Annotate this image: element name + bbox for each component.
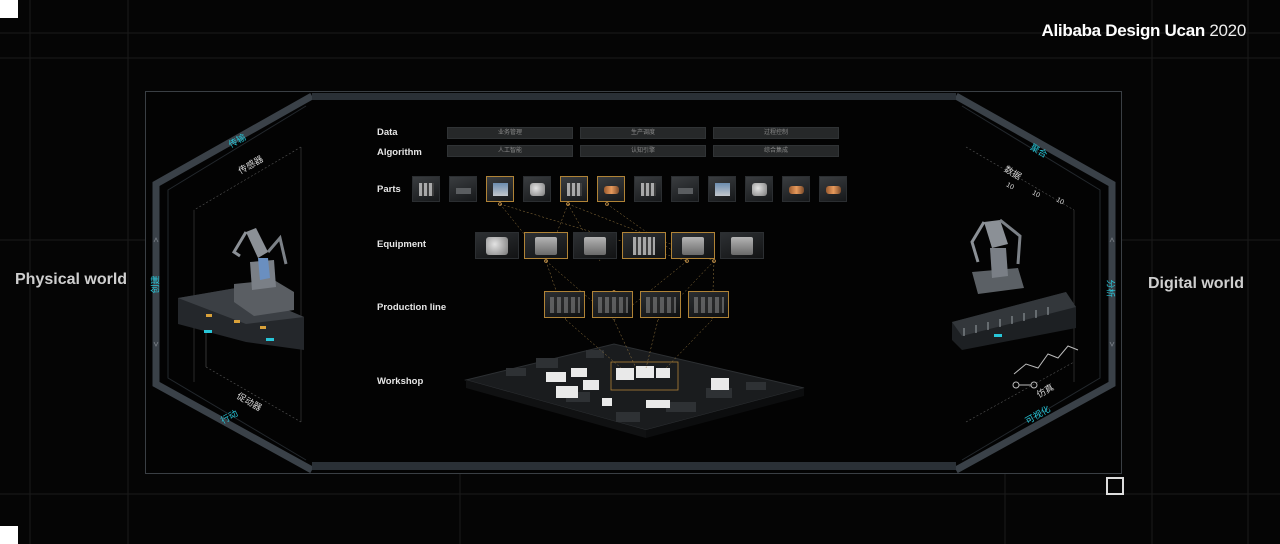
row-label-data: Data [377, 127, 398, 138]
equipment-tile [720, 232, 764, 259]
brand-logo: Alibaba Design Ucan 2020 [1041, 21, 1247, 41]
part-tile [486, 176, 514, 202]
copper-coil-icon [826, 186, 841, 194]
corner-square-top-left [0, 0, 18, 18]
press-machine-icon [633, 237, 655, 255]
workshop-illustration [464, 343, 805, 438]
small-machine-icon [584, 237, 606, 255]
production-line-tile [592, 291, 633, 318]
assembly-line-icon [646, 297, 676, 313]
row-label-production-line: Production line [377, 302, 447, 313]
cylinder-part-icon [752, 183, 767, 196]
assembly-line-icon [550, 297, 580, 313]
part-tile [782, 176, 810, 202]
drum-machine-icon [535, 237, 557, 255]
blue-cube-icon [493, 183, 508, 196]
production-line-tile [640, 291, 681, 318]
data-chip: 业务管理 [447, 127, 573, 139]
algorithm-chip: 人工智能 [447, 145, 573, 157]
part-tile [634, 176, 662, 202]
brand-name: Alibaba Design Ucan [1041, 21, 1206, 40]
corner-square-bottom-left [0, 526, 18, 544]
cylinder-part-icon [530, 183, 545, 196]
part-tile [523, 176, 551, 202]
digital-world-title: Digital world [1148, 275, 1244, 292]
grid-cube-icon [419, 183, 434, 196]
corner-square-bottom-right [1106, 477, 1124, 495]
blue-cube-icon [715, 183, 730, 196]
flat-plate-icon [456, 188, 471, 194]
drum-machine-icon [682, 237, 704, 255]
copper-coil-icon [604, 186, 619, 194]
part-tile [745, 176, 773, 202]
part-tile [597, 176, 625, 202]
part-tile [671, 176, 699, 202]
row-label-workshop: Workshop [377, 376, 424, 387]
label-create: 创建 [150, 275, 161, 294]
equipment-tile [622, 232, 666, 259]
part-tile [708, 176, 736, 202]
assembly-line-icon [598, 297, 628, 313]
equipment-tile [573, 232, 617, 259]
equipment-tile [671, 232, 715, 259]
right-robot-scene [952, 146, 1079, 423]
data-chip: 生产调度 [580, 127, 706, 139]
data-chip: 过程控制 [713, 127, 839, 139]
row-label-parts: Parts [377, 184, 401, 195]
digital-twin-panel: Data Algorithm Parts Equipment Productio… [145, 91, 1122, 474]
part-tile [449, 176, 477, 202]
label-analyze: 分析 [1105, 279, 1116, 298]
row-label-algorithm: Algorithm [377, 147, 422, 158]
copper-coil-icon [789, 186, 804, 194]
part-tile [819, 176, 847, 202]
production-line-tile [544, 291, 585, 318]
part-tile [560, 176, 588, 202]
production-line-tile [688, 291, 729, 318]
row-label-equipment: Equipment [377, 239, 427, 250]
hierarchy-connectors [499, 203, 715, 369]
part-tile [412, 176, 440, 202]
algorithm-chip: 认知引擎 [580, 145, 706, 157]
algorithm-chip: 综合集成 [713, 145, 839, 157]
equipment-tile [524, 232, 568, 259]
left-robot-scene [178, 146, 304, 423]
brand-year: 2020 [1209, 21, 1246, 40]
grid-cube-icon [641, 183, 656, 196]
flat-plate-icon [678, 188, 693, 194]
physical-world-title: Physical world [15, 271, 128, 288]
assembly-line-icon [694, 297, 724, 313]
equipment-tile [475, 232, 519, 259]
robot-arm-icon [486, 237, 508, 255]
small-machine-icon [731, 237, 753, 255]
grid-cube-icon [567, 183, 582, 196]
